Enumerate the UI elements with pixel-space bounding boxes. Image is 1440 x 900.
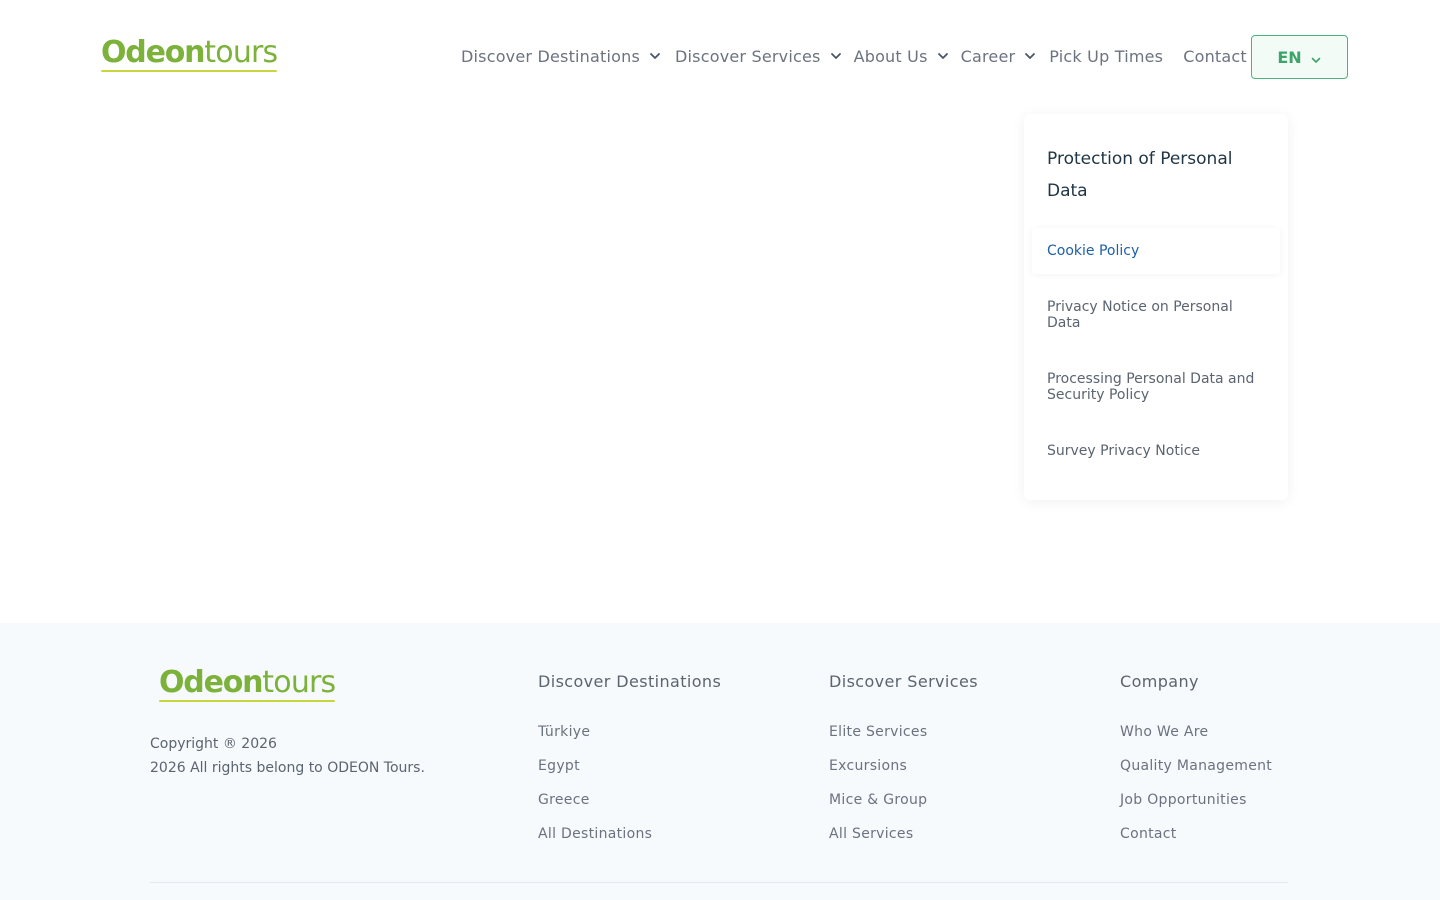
- nav-label: Pick Up Times: [1049, 46, 1164, 66]
- logo-odeon-text: Odeon: [101, 35, 206, 70]
- nav-contact[interactable]: Contact: [1183, 47, 1247, 66]
- nav-label: Discover Destinations: [461, 46, 641, 66]
- footer-column-destinations: Discover Destinations Türkiye Egypt Gree…: [538, 672, 721, 859]
- nav-discover-services[interactable]: Discover Services: [675, 47, 843, 66]
- footer-divider: [150, 882, 1288, 883]
- nav-label: Contact: [1183, 46, 1247, 66]
- footer-copyright: Copyright ® 2026 2026 All rights belong …: [150, 732, 425, 780]
- footer-column-title: Discover Destinations: [538, 672, 722, 691]
- site-logo[interactable]: Odeontours: [101, 35, 278, 72]
- footer-logo[interactable]: Odeontours: [159, 665, 336, 702]
- logo-tours-text: tours: [262, 665, 336, 700]
- copyright-line-1: Copyright ® 2026: [150, 736, 277, 752]
- chevron-down-icon: [648, 49, 662, 63]
- nav-about-us[interactable]: About Us: [854, 47, 950, 66]
- sidebar-link-cookie-policy[interactable]: Cookie Policy: [1032, 228, 1280, 274]
- language-code: EN: [1277, 47, 1302, 67]
- footer-link[interactable]: Elite Services: [829, 723, 978, 757]
- nav-career[interactable]: Career: [961, 47, 1038, 66]
- chevron-down-icon: [1023, 49, 1037, 63]
- footer-column-services: Discover Services Elite Services Excursi…: [829, 672, 978, 859]
- sidebar-link-label: Cookie Policy: [1047, 243, 1140, 259]
- footer-link[interactable]: Türkiye: [538, 723, 721, 757]
- footer-link[interactable]: Egypt: [538, 757, 721, 791]
- logo-tours-text: tours: [204, 35, 278, 70]
- footer-link[interactable]: Excursions: [829, 757, 978, 791]
- footer-link[interactable]: Contact: [1120, 825, 1272, 859]
- copyright-line-2: 2026 All rights belong to ODEON Tours.: [150, 760, 425, 776]
- chevron-down-icon: [936, 49, 950, 63]
- footer-link[interactable]: All Destinations: [538, 825, 721, 859]
- logo-odeon-text: Odeon: [159, 665, 264, 700]
- site-header: Odeontours Discover Destinations Discove…: [0, 0, 1440, 112]
- nav-pick-up-times[interactable]: Pick Up Times: [1049, 47, 1163, 66]
- sidebar-link-processing-security-policy[interactable]: Processing Personal Data and Security Po…: [1032, 364, 1280, 410]
- sidebar-link-label: Survey Privacy Notice: [1047, 443, 1201, 459]
- sidebar-title: Protection of Personal Data: [1047, 149, 1233, 201]
- main-nav: Discover Destinations Discover Services …: [461, 44, 1247, 68]
- chevron-down-icon: [1310, 51, 1322, 63]
- sidebar-link-privacy-notice[interactable]: Privacy Notice on Personal Data: [1032, 292, 1280, 338]
- sidebar-link-label: Processing Personal Data and Security Po…: [1047, 371, 1255, 403]
- nav-discover-destinations[interactable]: Discover Destinations: [461, 47, 662, 66]
- nav-label: Career: [960, 46, 1016, 66]
- footer-column-title: Discover Services: [829, 672, 978, 691]
- footer-link[interactable]: Job Opportunities: [1120, 791, 1272, 825]
- language-selector[interactable]: EN: [1251, 35, 1348, 79]
- footer-link[interactable]: Mice & Group: [829, 791, 978, 825]
- footer-link[interactable]: Quality Management: [1120, 757, 1272, 791]
- personal-data-sidebar: Protection of Personal Data Cookie Polic…: [1024, 114, 1288, 500]
- footer-link[interactable]: All Services: [829, 825, 978, 859]
- sidebar-link-label: Privacy Notice on Personal Data: [1047, 299, 1233, 331]
- logo-underline: [101, 70, 278, 72]
- nav-label: Discover Services: [675, 46, 821, 66]
- footer-link[interactable]: Who We Are: [1120, 723, 1272, 757]
- footer-column-company: Company Who We Are Quality Management Jo…: [1120, 672, 1272, 859]
- sidebar-link-survey-privacy-notice[interactable]: Survey Privacy Notice: [1032, 428, 1280, 474]
- nav-label: About Us: [853, 46, 928, 66]
- logo-underline: [159, 700, 336, 702]
- chevron-down-icon: [829, 49, 843, 63]
- footer-column-title: Company: [1120, 672, 1199, 691]
- footer-link[interactable]: Greece: [538, 791, 721, 825]
